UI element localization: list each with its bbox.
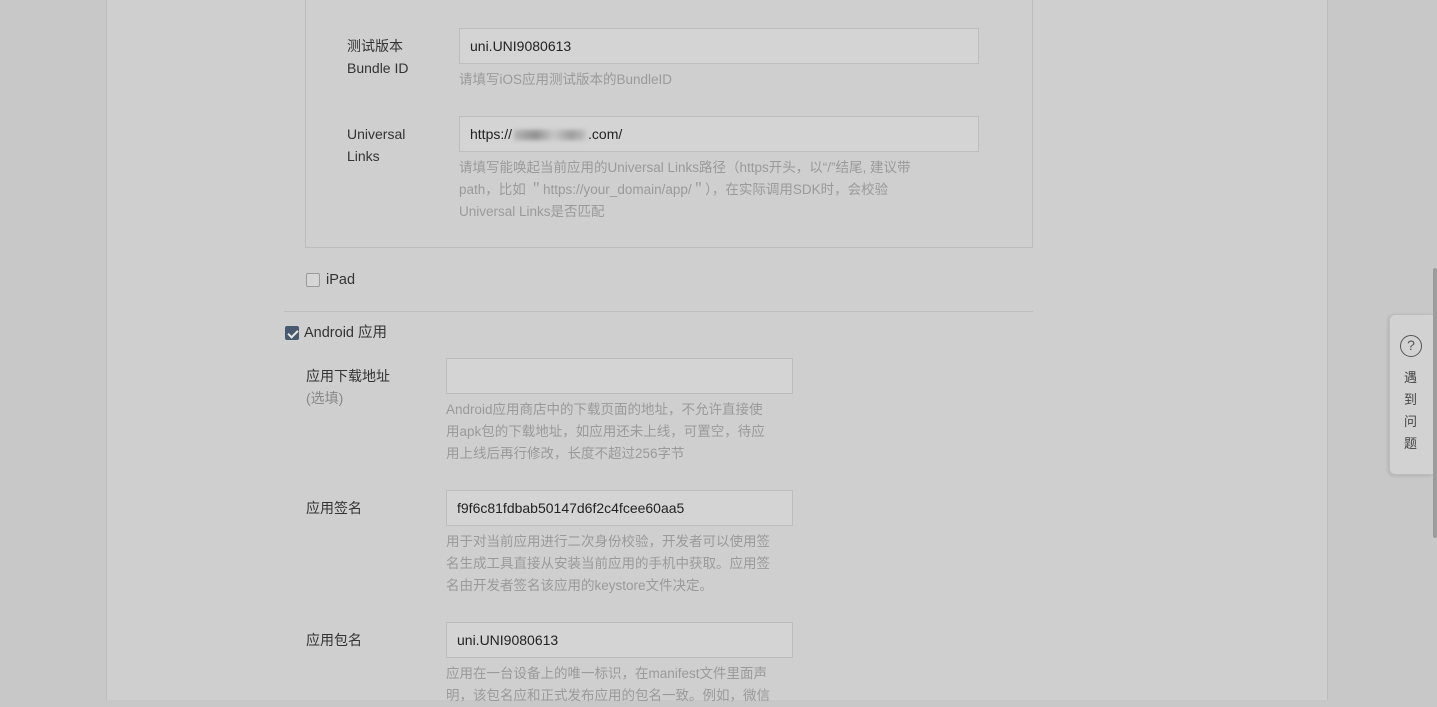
signature-hint-line2: 名生成工具直接从安装当前应用的手机中获取。应用签 — [446, 556, 770, 571]
ipad-checkbox[interactable] — [306, 273, 320, 287]
signature-hint-line3: 名由开发者签名该应用的keystore文件决定。 — [446, 578, 714, 593]
download-url-input[interactable] — [446, 358, 793, 394]
test-bundle-id-label-line2: Bundle ID — [347, 60, 409, 76]
signature-hint: 用于对当前应用进行二次身份校验，开发者可以使用签 名生成工具直接从安装当前应用的… — [446, 531, 791, 597]
test-bundle-id-label-line1: 测试版本 — [347, 38, 403, 54]
download-url-label-optional: (选填) — [306, 390, 344, 406]
signature-label: 应用签名 — [306, 500, 362, 516]
section-divider — [284, 311, 1033, 312]
universal-links-hint: 请填写能唤起当前应用的Universal Links路径（https开头，以“/… — [459, 157, 979, 223]
ipad-checkbox-label[interactable]: iPad — [326, 270, 355, 290]
universal-links-value-suffix: .com/ — [588, 126, 623, 142]
package-name-label: 应用包名 — [306, 632, 362, 648]
universal-links-hint-line2: path，比如 ＂https://your_domain/app/＂），在实际调… — [459, 182, 889, 197]
package-name-hint-line1: 应用在一台设备上的唯一标识，在manifest文件里面声 — [446, 666, 768, 681]
package-name-hint: 应用在一台设备上的唯一标识，在manifest文件里面声 明，该包名应和正式发布… — [446, 663, 791, 707]
android-app-checkbox-label[interactable]: Android 应用 — [304, 323, 387, 343]
universal-links-hint-line1: 请填写能唤起当前应用的Universal Links路径（https开头，以“/… — [459, 160, 911, 175]
test-bundle-id-hint: 请填写iOS应用测试版本的BundleID — [459, 72, 673, 87]
universal-links-input[interactable]: https:// .com/ — [459, 116, 979, 152]
universal-links-label-line1: Universal — [347, 126, 406, 142]
universal-links-label-line2: Links — [347, 148, 380, 164]
android-app-checkbox[interactable] — [285, 326, 299, 340]
download-url-hint: Android应用商店中的下载页面的地址，不允许直接使 用apk包的下载地址，如… — [446, 399, 791, 465]
universal-links-hint-line3: Universal Links是否匹配 — [459, 204, 605, 219]
test-bundle-id-label: 测试版本 Bundle ID — [347, 35, 408, 79]
package-name-input[interactable]: uni.UNI9080613 — [446, 622, 793, 658]
download-url-label-main: 应用下载地址 — [306, 368, 390, 384]
signature-hint-line1: 用于对当前应用进行二次身份校验，开发者可以使用签 — [446, 534, 770, 549]
download-url-hint-line2: 用apk包的下载地址，如应用还未上线，可置空，待应 — [446, 424, 765, 439]
universal-links-label: Universal Links — [347, 123, 405, 167]
redacted-domain — [514, 130, 587, 141]
download-url-hint-line3: 用上线后再行修改，长度不超过256字节 — [446, 446, 685, 461]
download-url-label: 应用下载地址 (选填) — [306, 365, 390, 409]
universal-links-value-prefix: https:// — [470, 126, 513, 142]
help-floating-button[interactable]: ? 遇到问题 — [1389, 314, 1433, 475]
help-label: 遇到问题 — [1404, 370, 1418, 451]
page-scrollbar[interactable] — [1433, 268, 1437, 538]
signature-input[interactable]: f9f6c81fdbab50147d6f2c4fcee60aa5 — [446, 490, 793, 526]
question-circle-icon: ? — [1400, 335, 1422, 357]
package-name-hint-line2: 明，该包名应和正式发布应用的包名一致。例如，微信 — [446, 688, 770, 703]
test-bundle-id-input[interactable]: uni.UNI9080613 — [459, 28, 979, 64]
download-url-hint-line1: Android应用商店中的下载页面的地址，不允许直接使 — [446, 402, 763, 417]
